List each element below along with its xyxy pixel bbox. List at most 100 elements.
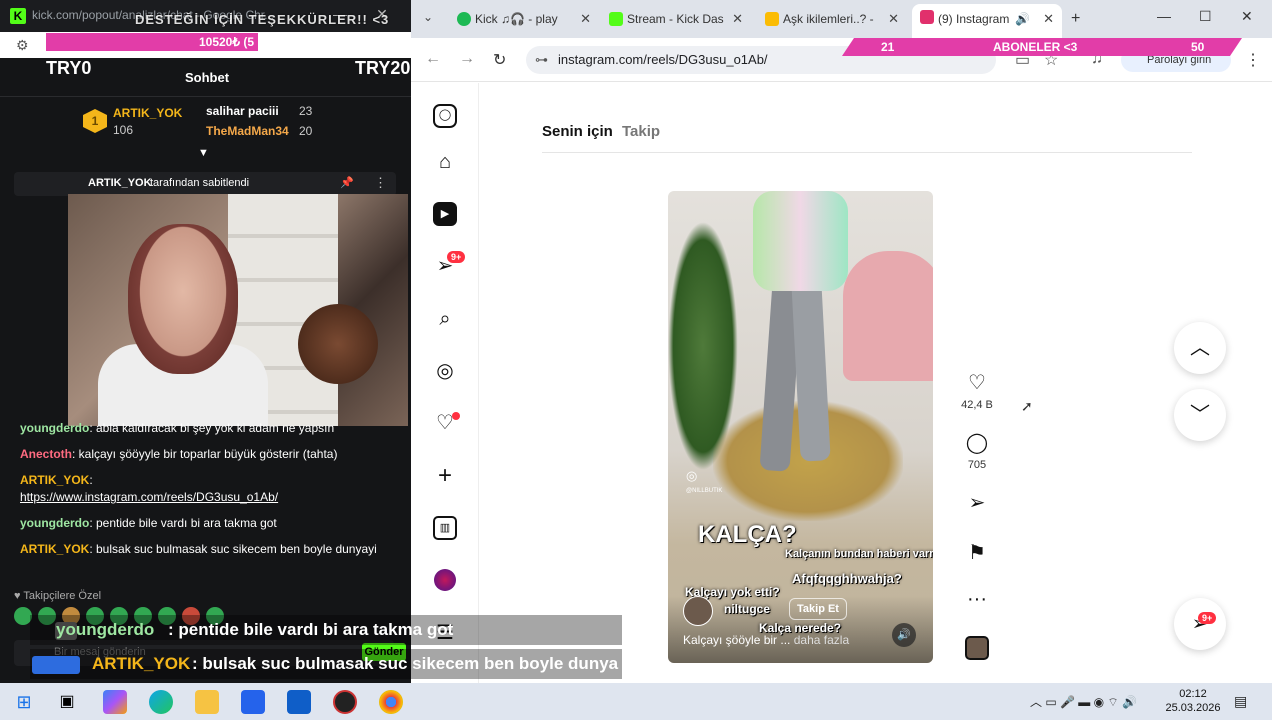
more-options-icon[interactable]: ⋮ <box>374 175 387 191</box>
chat-message: youngderdo: pentide bile vardı bi ara ta… <box>20 515 400 532</box>
leaderboard-second-count: 23 <box>299 104 313 118</box>
more-options-icon[interactable]: ··· <box>957 588 997 611</box>
file-explorer-icon[interactable] <box>195 690 219 714</box>
chrome-icon[interactable] <box>379 690 403 714</box>
tab-ask-ikilemleri[interactable]: Aşk ikilemleri..? - ✕ <box>757 6 907 32</box>
avatar[interactable] <box>434 569 456 591</box>
chat-message: ARTIK_YOK: https://www.instagram.com/reel… <box>20 472 400 506</box>
start-icon[interactable]: ⊞ <box>12 690 36 714</box>
chat-username[interactable]: ARTIK_YOK <box>20 542 89 556</box>
heart-like-icon[interactable]: ♡ <box>957 370 997 395</box>
dashboard-icon[interactable]: ▥ <box>433 516 457 540</box>
tab-label: (9) Instagram <box>938 12 1010 26</box>
close-tab-icon[interactable]: ✕ <box>732 6 743 32</box>
chat-message-list: youngderdo: abla kaldıracak bi şey yok k… <box>20 420 400 567</box>
tab-kick-play[interactable]: Kick ♫🎧 - play ✕ <box>449 6 599 32</box>
create-icon[interactable]: + <box>433 464 457 488</box>
expand-leaderboard-icon[interactable]: ▼ <box>198 147 209 159</box>
reels-icon[interactable]: ▶ <box>433 202 457 226</box>
leaderboard-second-name[interactable]: salihar paciii <box>206 104 279 118</box>
close-tab-icon[interactable]: ✕ <box>888 6 899 32</box>
close-tab-icon[interactable]: ✕ <box>1043 4 1054 34</box>
previous-reel-button[interactable]: ︿ <box>1174 322 1226 374</box>
clock-time: 02:12 <box>1179 688 1207 700</box>
task-view-icon[interactable]: ▣ <box>55 690 79 714</box>
follow-button[interactable]: Takip Et <box>789 598 847 620</box>
overlay-username: youngderdo <box>56 620 155 639</box>
explore-icon[interactable]: ◎ <box>433 359 457 383</box>
streamer-webcam <box>68 194 408 426</box>
notifications-icon[interactable]: ▤ <box>1234 693 1247 710</box>
tab-kick-stream[interactable]: Stream - Kick Das ✕ <box>601 6 751 32</box>
chat-username[interactable]: Anectoth <box>20 447 72 461</box>
tab-following[interactable]: Takip <box>622 123 660 140</box>
tray-icons[interactable]: ︿ ▭ 🎤 ▬ ◉ ⌔ 🔊 <box>1030 693 1137 710</box>
pink-chair <box>843 251 933 381</box>
like-action[interactable]: ♡ 42,4 B <box>957 370 997 413</box>
edge-icon[interactable] <box>149 690 173 714</box>
mouse-cursor-icon: ➚ <box>1021 398 1033 414</box>
window-minimize-icon[interactable]: — <box>1157 8 1171 24</box>
author-avatar[interactable] <box>683 596 713 626</box>
window-maximize-icon[interactable]: ☐ <box>1199 8 1212 25</box>
chat-username[interactable]: youngderdo <box>20 421 89 435</box>
chat-overlay-line: youngderdo : pentide bile vardı bi ara t… <box>30 615 622 645</box>
instagram-logo-icon[interactable]: ◯ <box>433 104 457 128</box>
save-action[interactable]: ⚑ <box>957 540 997 565</box>
heart-icon: ♥ <box>14 590 24 602</box>
bookmark-icon[interactable]: ⚑ <box>957 540 997 565</box>
tab-search-icon[interactable]: ⌄ <box>423 10 433 24</box>
audio-thumbnail[interactable] <box>965 636 989 660</box>
reel-title-overlay: KALÇA? <box>698 521 797 548</box>
reload-icon[interactable]: ↻ <box>493 50 506 70</box>
chat-link[interactable]: https://www.instagram.com/reels/DG3usu_o… <box>20 490 278 504</box>
close-tab-icon[interactable]: ✕ <box>580 6 591 32</box>
spotify-icon <box>457 12 471 26</box>
pinned-by-label: tarafından sabitlendi <box>150 177 250 189</box>
back-icon[interactable]: ← <box>425 50 441 68</box>
chat-header-title: Sohbet <box>185 70 230 85</box>
chat-username[interactable]: ARTIK_YOK <box>20 473 89 487</box>
pin-icon[interactable]: 📌 <box>340 176 354 189</box>
next-reel-button[interactable]: ﹀ <box>1174 389 1226 441</box>
more-action[interactable]: ··· <box>957 588 997 611</box>
chat-message: Anectoth: kalçayı şööyyle bir toparlar b… <box>20 446 400 463</box>
comment-action[interactable]: ◯ 705 <box>957 430 997 473</box>
tab-instagram[interactable]: (9) Instagram 🔊 ✕ <box>912 4 1062 38</box>
reel-video[interactable]: ◎ @NILLBUTIK KALÇA? Kalçanın bundan habe… <box>668 191 933 663</box>
reel-instagram-watermark-icon: ◎ <box>686 468 698 483</box>
chrome-menu-icon[interactable]: ⋮ <box>1245 50 1261 70</box>
obs-icon[interactable] <box>333 690 357 714</box>
donation-progress-bar: 10520₺ (5 <box>46 33 258 51</box>
subscriber-target: 50 <box>1191 40 1205 54</box>
more-link[interactable]: daha fazla <box>794 633 849 647</box>
overlay-text: : bulsak suc bulmasak suc sikecem ben bo… <box>192 654 619 673</box>
reel-description-text: Kalçayı şööyle bir ... <box>683 633 791 647</box>
audio-playing-icon[interactable]: 🔊 <box>1015 4 1030 34</box>
chat-overlay-line: ARTIK_YOK : bulsak suc bulmasak suc sike… <box>30 649 622 679</box>
reel-author-name[interactable]: niltugce <box>724 602 770 616</box>
overlay-username: ARTIK_YOK <box>92 654 191 673</box>
messages-float-button[interactable]: ➢ <box>1174 598 1226 650</box>
site-settings-icon[interactable]: ⚙ <box>16 37 29 54</box>
taskbar-clock[interactable]: 02:12 25.03.2026 <box>1163 687 1223 715</box>
leaderboard-third-name[interactable]: TheMadMan34 <box>206 124 289 138</box>
copilot-icon[interactable] <box>103 690 127 714</box>
store-icon[interactable] <box>241 690 265 714</box>
tab-for-you[interactable]: Senin için <box>542 123 613 140</box>
mute-icon[interactable]: 🔊 <box>892 623 916 647</box>
chat-username[interactable]: youngderdo <box>20 516 89 530</box>
drive-icon <box>765 12 779 26</box>
forward-icon[interactable]: → <box>459 50 475 68</box>
new-tab-button[interactable]: + <box>1071 10 1080 28</box>
comment-icon[interactable]: ◯ <box>957 430 997 455</box>
reel-watermark: @NILLBUTIK <box>686 488 723 494</box>
outlook-icon[interactable] <box>287 690 311 714</box>
share-action[interactable]: ➢ <box>957 490 997 515</box>
home-icon[interactable]: ⌂ <box>433 150 457 174</box>
window-close-icon[interactable]: ✕ <box>1241 8 1253 25</box>
leaderboard-top-name[interactable]: ARTIK_YOK <box>113 106 182 120</box>
search-icon[interactable]: ⌕ <box>433 307 457 331</box>
site-info-icon[interactable]: ⊶ <box>535 52 548 68</box>
share-icon[interactable]: ➢ <box>957 490 997 515</box>
